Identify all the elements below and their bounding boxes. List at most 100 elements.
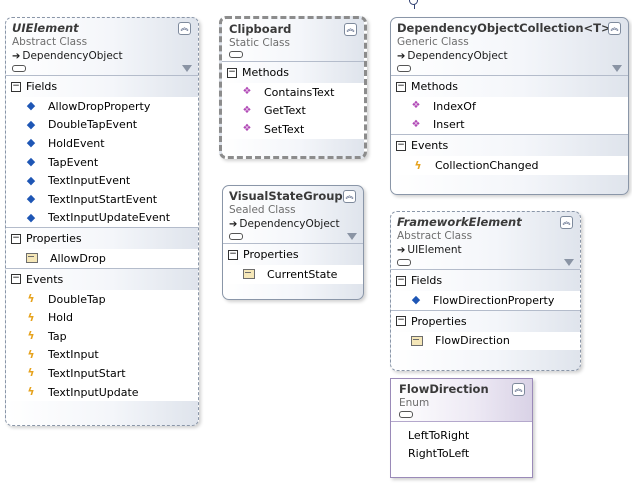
expand-details-toggle[interactable] <box>229 51 243 58</box>
double-chevron-up-icon[interactable]: ︽ <box>560 216 573 229</box>
flowdirection-values-list: LeftToRight RightToLeft <box>391 421 532 477</box>
method-item[interactable]: ❖ GetText <box>222 102 364 121</box>
collapse-section-box[interactable] <box>396 140 406 151</box>
field-label: TapEvent <box>48 155 99 169</box>
double-chevron-up-icon[interactable]: ︽ <box>344 23 357 36</box>
expand-details-toggle[interactable] <box>399 411 413 418</box>
inheritance-arrow-icon: ➔ <box>397 51 406 62</box>
method-cube-icon: ❖ <box>411 100 421 112</box>
filter-funnel-icon[interactable] <box>612 65 622 72</box>
double-chevron-up-icon[interactable]: ︽ <box>512 383 525 396</box>
collapse-section-box[interactable] <box>396 275 406 286</box>
dependencyobjectcollection-events-header[interactable]: Events <box>391 134 628 156</box>
collapse-section-box[interactable] <box>396 316 406 327</box>
enum-value-label: RightToLeft <box>408 447 470 461</box>
flowdirection-kind: Enum <box>399 397 430 409</box>
event-item[interactable]: ϟ Hold <box>6 308 198 327</box>
method-item[interactable]: ❖ SetText <box>222 120 364 139</box>
visualstategroup-shape[interactable]: VisualStateGroup Sealed Class ➔ Dependenc… <box>222 185 364 300</box>
inheritance-arrow-icon: ➔ <box>229 219 238 230</box>
property-hand-icon <box>26 253 38 264</box>
enum-value-item[interactable]: LeftToRight <box>391 426 532 445</box>
field-label: DoubleTapEvent <box>48 118 138 132</box>
expand-details-toggle[interactable] <box>397 259 411 266</box>
clipboard-kind: Static Class <box>229 37 290 49</box>
frameworkelement-title: FrameworkElement <box>397 215 522 229</box>
double-chevron-up-icon[interactable]: ︽ <box>608 22 621 35</box>
field-diamond-icon: ◆ <box>26 136 36 150</box>
dependencyobjectcollection-methods-header[interactable]: Methods <box>391 75 628 97</box>
method-cube-icon: ❖ <box>242 86 252 98</box>
uielement-properties-header[interactable]: Properties <box>6 227 198 249</box>
uielement-shape[interactable]: UIElement Abstract Class ➔ DependencyObje… <box>5 17 199 426</box>
expand-details-toggle[interactable] <box>12 65 26 72</box>
property-item[interactable]: CurrentState <box>223 265 363 284</box>
event-item[interactable]: ϟ CollectionChanged <box>391 156 628 175</box>
clipboard-header: Clipboard Static Class ︽ <box>222 19 364 61</box>
uielement-title: UIElement <box>12 21 79 35</box>
field-item[interactable]: ◆ DoubleTapEvent <box>6 116 198 135</box>
event-lightning-icon: ϟ <box>414 158 422 172</box>
property-label: CurrentState <box>267 267 338 281</box>
field-item[interactable]: ◆ TapEvent <box>6 153 198 172</box>
frameworkelement-shape[interactable]: FrameworkElement Abstract Class ➔ UIEleme… <box>390 211 581 371</box>
event-item[interactable]: ϟ TextInput <box>6 346 198 365</box>
dependencyobjectcollection-base-label: DependencyObject <box>407 50 508 62</box>
field-diamond-icon: ◆ <box>411 293 421 307</box>
visualstategroup-title: VisualStateGroup <box>229 189 343 203</box>
frameworkelement-properties-header[interactable]: Properties <box>391 309 580 332</box>
event-item[interactable]: ϟ TextInputStart <box>6 364 198 383</box>
filter-funnel-icon[interactable] <box>182 65 192 72</box>
property-item[interactable]: FlowDirection <box>391 332 580 351</box>
field-label: FlowDirectionProperty <box>433 293 555 307</box>
collapse-section-box[interactable] <box>11 233 21 244</box>
uielement-events-header[interactable]: Events <box>6 267 198 290</box>
property-hand-icon <box>243 269 255 280</box>
flowdirection-shape[interactable]: FlowDirection Enum ︽ LeftToRight RightTo… <box>390 378 533 478</box>
visualstategroup-properties-header[interactable]: Properties <box>223 243 363 265</box>
section-title: Properties <box>411 314 467 328</box>
field-item[interactable]: ◆ TextInputUpdateEvent <box>6 209 198 228</box>
field-item[interactable]: ◆ FlowDirectionProperty <box>391 291 580 310</box>
collapse-section-box[interactable] <box>11 274 21 285</box>
event-item[interactable]: ϟ TextInputUpdate <box>6 383 198 402</box>
field-item[interactable]: ◆ HoldEvent <box>6 134 198 153</box>
method-item[interactable]: ❖ IndexOf <box>391 97 628 116</box>
event-item[interactable]: ϟ Tap <box>6 327 198 346</box>
field-item[interactable]: ◆ AllowDropProperty <box>6 97 198 116</box>
clipboard-shape[interactable]: Clipboard Static Class ︽ Methods ❖ Contai… <box>219 16 367 159</box>
event-label: CollectionChanged <box>435 159 539 173</box>
field-item[interactable]: ◆ TextInputEvent <box>6 171 198 190</box>
field-item[interactable]: ◆ TextInputStartEvent <box>6 190 198 209</box>
collapse-section-box[interactable] <box>227 67 237 78</box>
section-title: Fields <box>26 80 58 93</box>
section-title: Properties <box>243 248 299 261</box>
filter-funnel-icon[interactable] <box>347 233 357 240</box>
clipboard-methods-header[interactable]: Methods <box>222 61 364 83</box>
uielement-base: ➔ DependencyObject <box>12 49 174 64</box>
enum-value-item[interactable]: RightToLeft <box>391 445 532 464</box>
expand-details-toggle[interactable] <box>397 65 411 72</box>
field-diamond-icon: ◆ <box>26 210 36 224</box>
expand-details-toggle[interactable] <box>229 233 243 240</box>
collapse-section-box[interactable] <box>11 81 21 92</box>
double-chevron-up-icon[interactable]: ︽ <box>178 22 191 35</box>
method-item[interactable]: ❖ Insert <box>391 116 628 135</box>
section-title: Methods <box>242 66 289 79</box>
visualstategroup-base-label: DependencyObject <box>239 218 340 230</box>
method-item[interactable]: ❖ ContainsText <box>222 83 364 102</box>
filter-funnel-icon[interactable] <box>564 259 574 266</box>
collapse-section-box[interactable] <box>396 81 406 92</box>
event-lightning-icon: ϟ <box>27 292 35 306</box>
section-title: Events <box>411 139 449 153</box>
inheritance-arrow-icon: ➔ <box>12 51 21 62</box>
dependencyobjectcollection-shape[interactable]: DependencyObjectCollection<T> Generic Cl… <box>390 17 629 195</box>
double-chevron-up-icon[interactable]: ︽ <box>343 190 356 203</box>
uielement-fields-header[interactable]: Fields <box>6 75 198 97</box>
event-item[interactable]: ϟ DoubleTap <box>6 290 198 309</box>
method-cube-icon: ❖ <box>242 123 252 135</box>
property-item[interactable]: AllowDrop <box>6 249 198 268</box>
frameworkelement-fields-header[interactable]: Fields <box>391 269 580 291</box>
collapse-section-box[interactable] <box>228 249 238 260</box>
method-cube-icon: ❖ <box>242 104 252 116</box>
